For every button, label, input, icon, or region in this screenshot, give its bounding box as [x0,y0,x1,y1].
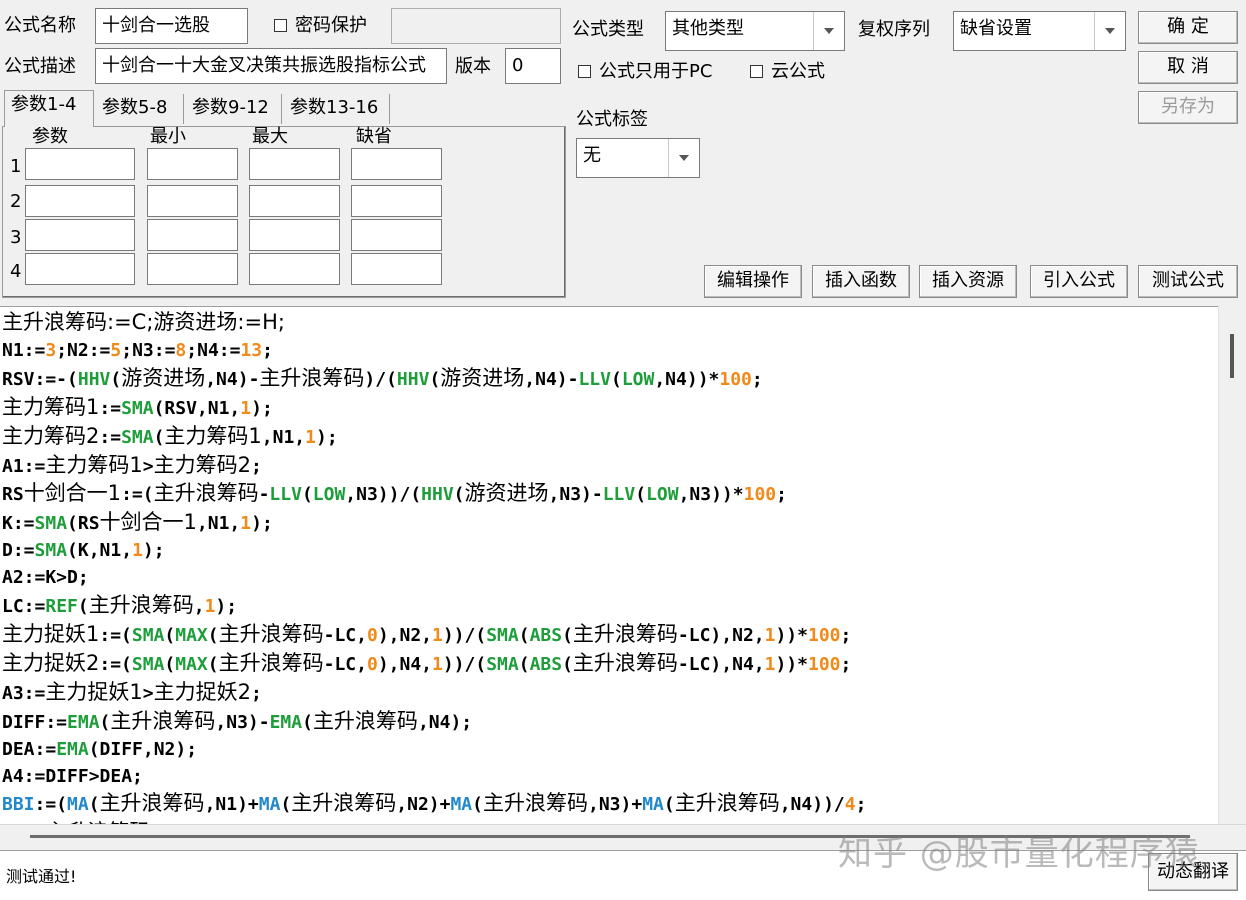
test-formula-button[interactable]: 测试公式 [1138,265,1238,298]
cloud-checkbox[interactable]: 云公式 [750,61,825,83]
param-max-input[interactable] [249,148,340,180]
param-min-input[interactable] [147,148,238,180]
code-line: 主力捉妖1:=(SMA(MAX(主升浪筹码-LC,0),N2,1))/(SMA(… [2,621,852,646]
name-label: 公式名称 [4,15,76,36]
code-line: DIFF:=EMA(主升浪筹码,N3)-EMA(主升浪筹码,N4); [2,708,473,733]
param-row-number: 3 [10,227,22,248]
tag-label: 公式标签 [576,109,648,130]
tab-params-5-8[interactable]: 参数5-8 [96,94,184,124]
tag-select[interactable]: 无 [576,138,700,178]
param-row-number: 2 [10,191,22,212]
param-default-input[interactable] [351,219,442,251]
code-line: A2:=K>D; [2,567,89,589]
code-line: K:=SMA(RS十剑合一1,N1,1); [2,510,273,535]
vertical-scrollbar[interactable] [1218,306,1246,824]
cloud-label: 云公式 [771,61,825,82]
password-checkbox[interactable]: 密码保护 [274,15,367,37]
pc-only-checkbox[interactable]: 公式只用于PC [578,61,712,83]
code-line: BBI:=(MA(主升浪筹码,N1)+MA(主升浪筹码,N2)+MA(主升浪筹码… [2,791,867,816]
param-name-input[interactable] [25,185,135,217]
param-min-input[interactable] [147,185,238,217]
cancel-button[interactable]: 取 消 [1138,51,1238,84]
version-label: 版本 [455,56,491,77]
pc-only-checkbox-box[interactable] [578,65,591,78]
param-header-max: 最大 [252,126,288,147]
tab-params-1-4[interactable]: 参数1-4 [4,90,94,127]
pc-only-label: 公式只用于PC [599,61,713,82]
code-line: 主升浪筹码:=C;游资进场:=H; [2,310,285,334]
code-line: 主力筹码1:=SMA(RSV,N1,1); [2,394,273,419]
code-line: D:=SMA(K,N1,1); [2,540,165,562]
code-line: RSV:=-(HHV(游资进场,N4)-主升浪筹码)/(HHV(游资进场,N4)… [2,365,763,390]
desc-label: 公式描述 [4,56,76,77]
code-text: 主升浪筹码:=C;游资进场:=H; N1:=3;N2:=5;N3:=8;N4:=… [2,309,866,825]
param-row-number: 1 [10,156,22,177]
param-name-input[interactable] [25,148,135,180]
code-line: LC:=REF(主升浪筹码,1); [2,593,238,618]
param-header-min: 最小 [150,126,186,147]
import-formula-button[interactable]: 引入公式 [1030,265,1128,298]
password-checkbox-box[interactable] [274,19,287,32]
param-default-input[interactable] [351,253,442,285]
code-line: DEA:=EMA(DIFF,N2); [2,738,198,760]
tab-params-13-16[interactable]: 参数13-16 [284,94,390,124]
watermark: 知乎 @股市量化程序猿 [838,834,1200,874]
param-max-input[interactable] [249,185,340,217]
param-default-input[interactable] [351,185,442,217]
code-line: A3:=主力捉妖1>主力捉妖2; [2,679,262,704]
chevron-down-icon[interactable] [668,139,699,177]
edit-ops-button[interactable]: 编辑操作 [704,265,802,298]
code-line: A4:=DIFF>DEA; [2,765,143,787]
insert-function-button[interactable]: 插入函数 [812,265,910,298]
rights-value: 缺省设置 [960,18,1032,39]
formula-type-select[interactable]: 其他类型 [665,11,845,51]
param-max-input[interactable] [249,253,340,285]
param-default-input[interactable] [351,148,442,180]
cloud-checkbox-box[interactable] [750,65,763,78]
code-line: RS十剑合一1:=(主升浪筹码-LLV(LOW,N3))/(HHV(游资进场,N… [2,481,787,506]
param-row-number: 4 [10,261,22,282]
vertical-scroll-thumb[interactable] [1230,334,1234,378]
code-line: A1:=主力筹码1>主力筹码2; [2,452,262,477]
password-input[interactable] [391,8,561,44]
param-max-input[interactable] [249,219,340,251]
status-message: 测试通过! [6,867,77,886]
tab-params-9-12[interactable]: 参数9-12 [186,94,282,124]
param-min-input[interactable] [147,253,238,285]
code-line: 主力捉妖2:=(SMA(MAX(主升浪筹码-LC,0),N4,1))/(SMA(… [2,650,852,675]
ok-button[interactable]: 确 定 [1138,11,1238,44]
password-label: 密码保护 [295,15,367,36]
code-editor[interactable]: 主升浪筹码:=C;游资进场:=H; N1:=3;N2:=5;N3:=8;N4:=… [0,306,1246,825]
code-line: 主力筹码2:=SMA(主力筹码1,N1,1); [2,423,338,448]
param-header-default: 缺省 [356,126,392,147]
param-min-input[interactable] [147,219,238,251]
chevron-down-icon[interactable] [1094,12,1125,50]
insert-resource-button[interactable]: 插入资源 [919,265,1017,298]
formula-type-value: 其他类型 [672,18,744,39]
code-line: N1:=3;N2:=5;N3:=8;N4:=13; [2,339,273,361]
rights-label: 复权序列 [858,19,930,40]
param-header-name: 参数 [32,126,68,147]
tag-value: 无 [583,145,601,166]
chevron-down-icon[interactable] [813,12,844,50]
param-name-input[interactable] [25,219,135,251]
save-as-button[interactable]: 另存为 [1138,91,1238,124]
type-label: 公式类型 [572,19,644,40]
formula-name-input[interactable]: 十剑合一选股 [95,8,248,44]
version-input[interactable]: 0 [505,48,561,84]
formula-desc-input[interactable]: 十剑合一十大金叉决策共振选股指标公式 [95,48,447,84]
rights-select[interactable]: 缺省设置 [953,11,1126,51]
param-name-input[interactable] [25,253,135,285]
